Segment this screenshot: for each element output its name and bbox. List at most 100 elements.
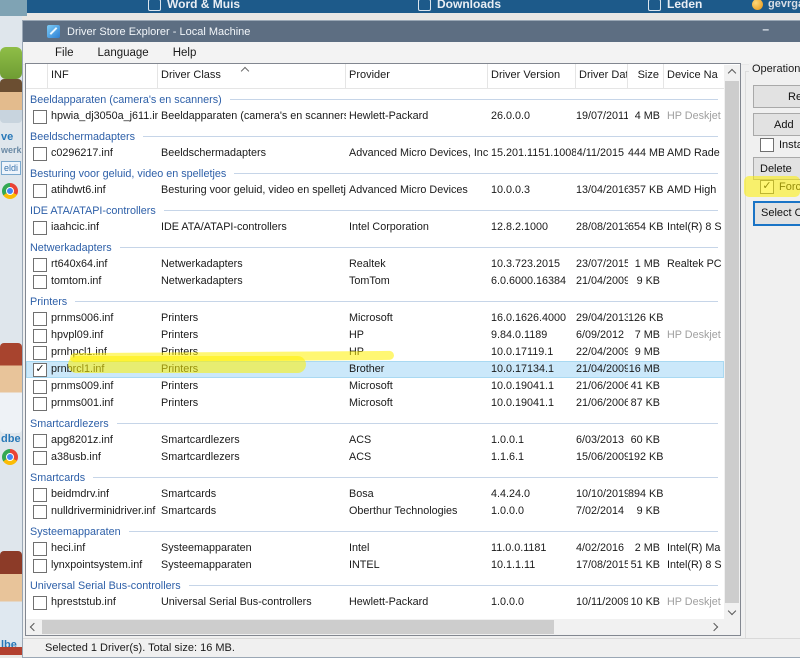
scroll-down-icon[interactable] [729, 608, 735, 614]
driver-row[interactable]: hpreststub.infUniversal Serial Bus-contr… [26, 594, 724, 611]
sort-ascending-icon [242, 66, 249, 73]
header-driver-version[interactable]: Driver Version [488, 64, 576, 88]
list-group-header[interactable]: Beeldapparaten (camera's en scanners) [26, 88, 724, 108]
cell-date: 7/02/2014 [576, 503, 628, 520]
list-group-header[interactable]: IDE ATA/ATAPI-controllers [26, 199, 724, 219]
list-group-header[interactable]: Printers [26, 290, 724, 310]
row-checkbox[interactable] [33, 312, 47, 326]
row-checkbox[interactable] [33, 329, 47, 343]
row-checkbox-cell [26, 596, 48, 610]
header-inf[interactable]: INF [48, 64, 158, 88]
driver-row[interactable]: hpvpl09.infPrintersHP9.84.0.11896/09/201… [26, 327, 724, 344]
driver-row[interactable]: a38usb.infSmartcardlezersACS1.1.6.115/06… [26, 449, 724, 466]
select-old-drivers-button[interactable]: Select O [753, 201, 800, 226]
driver-row[interactable]: prnhpcl1.infPrintersHP10.0.17119.122/04/… [26, 344, 724, 361]
row-checkbox[interactable] [33, 434, 47, 448]
row-checkbox[interactable] [33, 221, 47, 235]
row-checkbox[interactable] [33, 275, 47, 289]
minimize-button[interactable]: – [762, 22, 769, 36]
row-checkbox[interactable] [33, 147, 47, 161]
cell-inf: beidmdrv.inf [48, 486, 158, 503]
cell-inf: tomtom.inf [48, 273, 158, 290]
list-group-header[interactable]: Netwerkadapters [26, 236, 724, 256]
list-group-header[interactable]: Smartcardlezers [26, 412, 724, 432]
driver-row[interactable]: prnms006.infPrintersMicrosoft16.0.1626.4… [26, 310, 724, 327]
delete-driver-button[interactable]: Delete [753, 157, 800, 180]
row-checkbox[interactable] [33, 346, 47, 360]
header-driver-class[interactable]: Driver Class [158, 64, 346, 88]
scroll-right-icon[interactable] [711, 624, 717, 630]
refresh-button[interactable]: Re [753, 85, 800, 108]
vertical-scrollbar-thumb[interactable] [725, 81, 739, 603]
background-text-fragment: eldi [1, 161, 21, 175]
nav-user-account[interactable]: gevrgay [752, 0, 800, 10]
driver-row[interactable]: tomtom.infNetwerkadaptersTomTom6.0.6000.… [26, 273, 724, 290]
row-checkbox[interactable] [33, 488, 47, 502]
row-checkbox[interactable] [33, 184, 47, 198]
list-group-header[interactable]: Beeldschermadapters [26, 125, 724, 145]
list-group-header[interactable]: Universal Serial Bus-controllers [26, 574, 724, 594]
driver-row[interactable]: prnbrcl1.infPrintersBrother10.0.17134.12… [26, 361, 724, 378]
driver-row[interactable]: c0296217.infBeeldschermadaptersAdvanced … [26, 145, 724, 162]
nav-item-downloads[interactable]: Downloads [418, 0, 501, 11]
force-checkbox[interactable]: Force [753, 180, 800, 194]
list-group-header[interactable]: Besturing voor geluid, video en spelletj… [26, 162, 724, 182]
nav-item-leden[interactable]: Leden [648, 0, 702, 11]
background-cartoon-character [0, 551, 22, 643]
row-checkbox[interactable] [33, 542, 47, 556]
vertical-scrollbar[interactable] [724, 65, 740, 619]
row-checkbox[interactable] [33, 110, 47, 124]
title-bar[interactable]: Driver Store Explorer - Local Machine – [23, 21, 800, 42]
driver-row[interactable]: iaahcic.infIDE ATA/ATAPI-controllersInte… [26, 219, 724, 236]
driver-row[interactable]: nulldriverminidriver.infSmartcardsOberth… [26, 503, 724, 520]
header-provider[interactable]: Provider [346, 64, 488, 88]
row-checkbox[interactable] [33, 380, 47, 394]
header-device-name[interactable]: Device Na [664, 64, 724, 88]
force-checkbox-box[interactable] [760, 180, 774, 194]
install-checkbox-box[interactable] [760, 138, 774, 152]
cell-ver: 10.0.19041.1 [488, 395, 576, 412]
driver-row[interactable]: apg8201z.infSmartcardlezersACS1.0.0.16/0… [26, 432, 724, 449]
driver-row[interactable]: prnms009.infPrintersMicrosoft10.0.19041.… [26, 378, 724, 395]
cell-class: Printers [158, 344, 346, 361]
cell-ver: 15.201.1151.1008 [488, 145, 576, 162]
header-size[interactable]: Size [628, 64, 664, 88]
list-group-header[interactable]: Systeemapparaten [26, 520, 724, 540]
row-checkbox[interactable] [33, 505, 47, 519]
menu-help[interactable]: Help [173, 47, 197, 59]
scroll-up-icon[interactable] [729, 70, 735, 76]
row-checkbox[interactable] [33, 258, 47, 272]
list-group-header[interactable]: Smartcards [26, 466, 724, 486]
cell-dev: HP Deskjet [664, 327, 724, 344]
nav-item-word-muis[interactable]: Word & Muis [148, 0, 240, 11]
cell-date: 21/04/2009 [576, 361, 628, 378]
driver-row[interactable]: heci.infSysteemapparatenIntel11.0.0.1181… [26, 540, 724, 557]
menu-language[interactable]: Language [98, 47, 149, 59]
driver-row[interactable]: hpwia_dj3050a_j611.infBeeldapparaten (ca… [26, 108, 724, 125]
add-driver-button[interactable]: Add [753, 113, 800, 136]
cell-inf: prnbrcl1.inf [48, 361, 158, 378]
driver-row[interactable]: beidmdrv.infSmartcardsBosa4.4.24.010/10/… [26, 486, 724, 503]
horizontal-scrollbar[interactable] [26, 619, 724, 635]
install-checkbox[interactable]: Install [753, 138, 800, 152]
row-checkbox[interactable] [33, 559, 47, 573]
menu-file[interactable]: File [55, 47, 74, 59]
cell-inf: lynxpointsystem.inf [48, 557, 158, 574]
group-label: Smartcards [30, 472, 85, 484]
row-checkbox-cell [26, 258, 48, 272]
driver-row[interactable]: rt640x64.infNetwerkadaptersRealtek10.3.7… [26, 256, 724, 273]
header-checkbox-column[interactable] [26, 64, 48, 88]
cell-prov: ACS [346, 449, 488, 466]
row-checkbox[interactable] [33, 451, 47, 465]
scroll-left-icon[interactable] [31, 624, 37, 630]
driver-row[interactable]: prnms001.infPrintersMicrosoft10.0.19041.… [26, 395, 724, 412]
row-checkbox[interactable] [33, 397, 47, 411]
row-checkbox[interactable] [33, 596, 47, 610]
driver-row[interactable]: atihdwt6.infBesturing voor geluid, video… [26, 182, 724, 199]
background-figure-red [0, 647, 22, 655]
row-checkbox-cell [26, 434, 48, 448]
header-driver-date[interactable]: Driver Date [576, 64, 628, 88]
driver-row[interactable]: lynxpointsystem.infSysteemapparatenINTEL… [26, 557, 724, 574]
horizontal-scrollbar-thumb[interactable] [42, 620, 554, 634]
row-checkbox[interactable] [33, 363, 47, 377]
